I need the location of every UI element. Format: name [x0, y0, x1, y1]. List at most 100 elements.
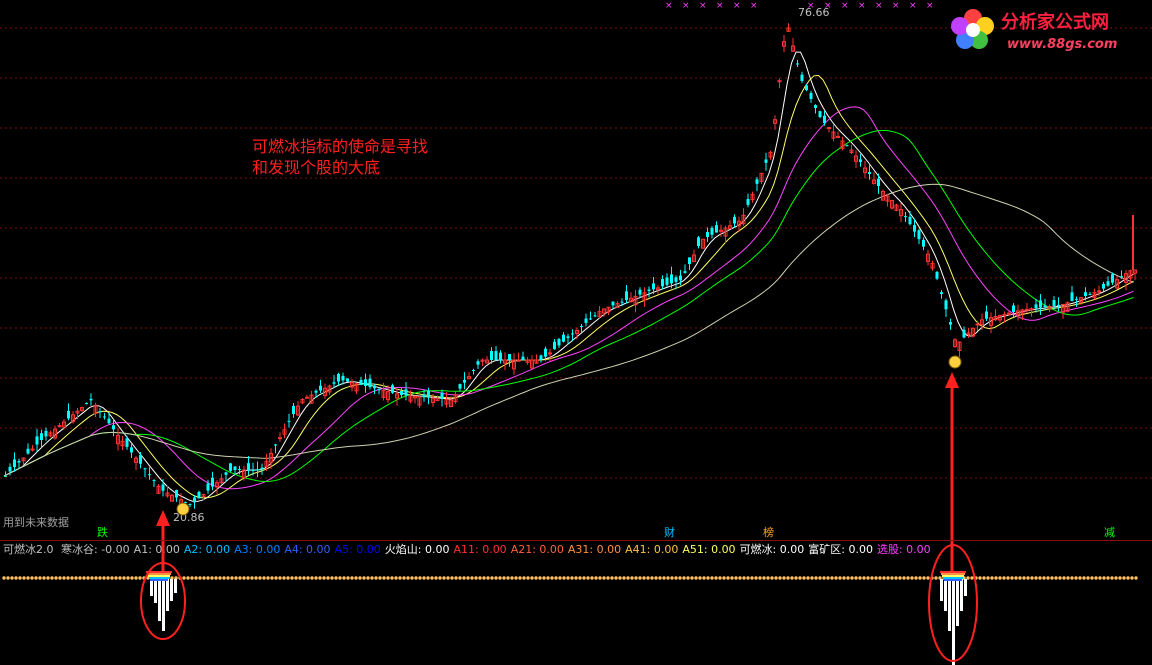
baseline-dot: [718, 576, 722, 580]
baseline-dot: [686, 576, 690, 580]
candle-body: [125, 438, 129, 447]
baseline-dot: [1050, 576, 1054, 580]
baseline-dot: [70, 576, 74, 580]
baseline-dot: [562, 576, 566, 580]
candle-body: [130, 447, 133, 453]
baseline-dot: [226, 576, 230, 580]
baseline-dot: [790, 576, 794, 580]
candle-body: [305, 396, 309, 399]
candle-body: [935, 271, 939, 279]
baseline-dot: [890, 576, 894, 580]
ma20-line: [3, 106, 1134, 490]
indicator-chart[interactable]: [0, 541, 1152, 665]
baseline-dot: [906, 576, 910, 580]
candle-body: [247, 463, 250, 470]
candle-body: [521, 356, 525, 360]
signal-marker: ×: [665, 1, 673, 11]
baseline-dot: [358, 576, 362, 580]
baseline-dot: [934, 576, 938, 580]
candle-body: [1057, 304, 1060, 306]
baseline-dot: [674, 576, 678, 580]
candle-body: [1039, 300, 1042, 308]
candle-body: [4, 475, 7, 477]
baseline-dot: [1102, 576, 1106, 580]
baseline-dot: [98, 576, 102, 580]
candle-body: [625, 291, 628, 300]
candle-body: [440, 392, 444, 400]
candle-body: [251, 469, 255, 471]
site-watermark: 分析家公式网 www.88gs.com: [949, 4, 1144, 56]
baseline-dot: [1058, 576, 1062, 580]
candle-body: [922, 239, 925, 247]
baseline-dot: [38, 576, 42, 580]
baseline-dot: [926, 576, 930, 580]
baseline-dot: [1126, 576, 1130, 580]
candle-body: [490, 351, 493, 360]
tag-die[interactable]: 跌: [95, 526, 110, 539]
price-chart[interactable]: × × × × × × × × × × × × × × 76.66 20.86: [0, 0, 1152, 540]
baseline-dot: [278, 576, 282, 580]
baseline-dot: [346, 576, 350, 580]
candle-body: [197, 491, 201, 499]
baseline-dot: [466, 576, 470, 580]
tag-jian[interactable]: 减: [1102, 526, 1117, 539]
candle-body: [422, 394, 426, 398]
candle-body: [589, 318, 592, 320]
baseline-dot: [482, 576, 486, 580]
baseline-dot: [182, 576, 186, 580]
candle-body: [679, 275, 682, 281]
baseline-dot: [1134, 576, 1138, 580]
baseline-dot: [834, 576, 838, 580]
baseline-dot: [690, 576, 694, 580]
tag-cai[interactable]: 财: [662, 526, 677, 539]
baseline-dot: [910, 576, 914, 580]
candle-body: [859, 159, 862, 162]
candle-body: [652, 283, 655, 290]
baseline-dot: [998, 576, 1002, 580]
baseline-dot: [222, 576, 226, 580]
baseline-dot: [354, 576, 358, 580]
candle-body: [98, 411, 102, 413]
baseline-dot: [446, 576, 450, 580]
signal-marker: ×: [875, 1, 883, 11]
baseline-dot: [902, 576, 906, 580]
baseline-dot: [914, 576, 918, 580]
baseline-dot: [558, 576, 562, 580]
baseline-dot: [1106, 576, 1110, 580]
baseline-dot: [782, 576, 786, 580]
baseline-dot: [430, 576, 434, 580]
baseline-dot: [10, 576, 14, 580]
tag-bang[interactable]: 榜: [761, 526, 776, 539]
indicator-bar: [150, 579, 153, 596]
candle-body: [1084, 292, 1087, 296]
candle-body: [1034, 304, 1038, 309]
baseline-dot: [18, 576, 22, 580]
indicator-bar: [170, 579, 173, 601]
baseline-dot: [494, 576, 498, 580]
baseline-dot: [394, 576, 398, 580]
candle-body: [553, 341, 556, 350]
candle-body: [877, 178, 880, 186]
flame-band: [148, 575, 170, 577]
baseline-dot: [866, 576, 870, 580]
candle-body: [1043, 305, 1047, 308]
candle-body: [278, 437, 282, 440]
baseline-dot: [714, 576, 718, 580]
baseline-dot: [234, 576, 238, 580]
indicator-bar: [158, 579, 161, 621]
baseline-dot: [858, 576, 862, 580]
baseline-dot: [274, 576, 278, 580]
ma30-line: [3, 130, 1134, 483]
baseline-dot: [282, 576, 286, 580]
baseline-dot: [698, 576, 702, 580]
baseline-dot: [1078, 576, 1082, 580]
baseline-dot: [270, 576, 274, 580]
baseline-dot: [450, 576, 454, 580]
annotation-line-1: 可燃冰指标的使命是寻找: [252, 137, 429, 156]
baseline-dot: [478, 576, 482, 580]
candle-body: [368, 378, 372, 388]
baseline-dot: [990, 576, 994, 580]
candle-body: [373, 385, 376, 389]
baseline-dot: [746, 576, 750, 580]
baseline-dot: [646, 576, 650, 580]
